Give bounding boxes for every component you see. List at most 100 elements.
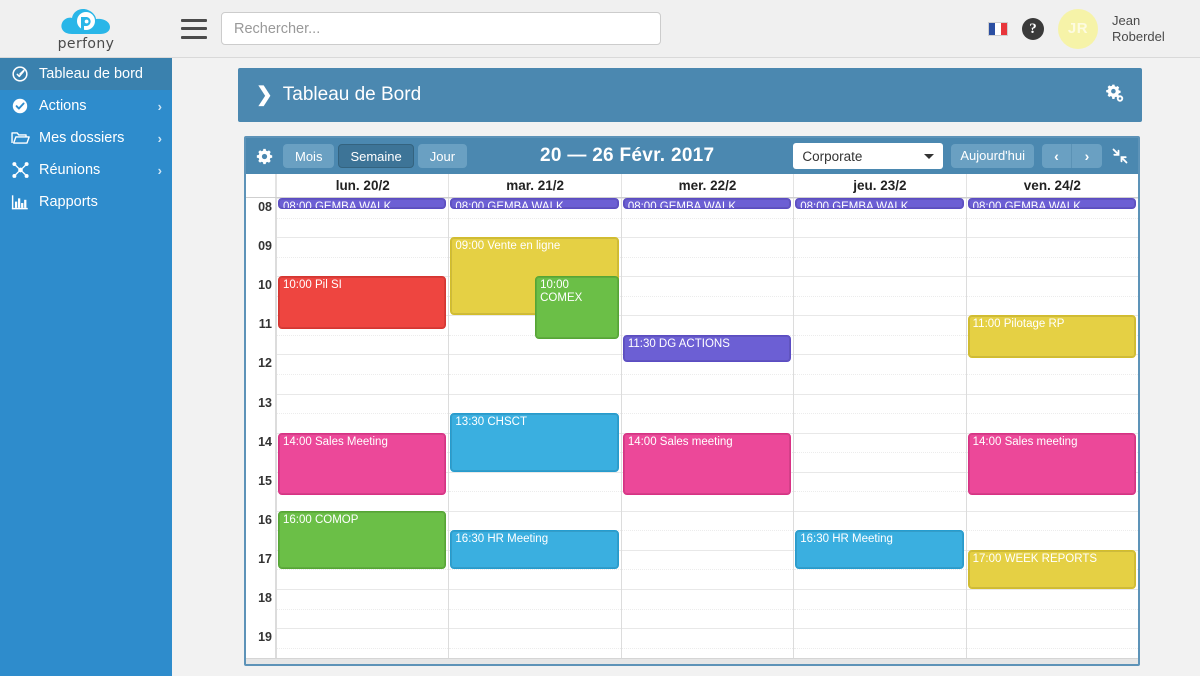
collapse-arrows-icon[interactable] (1112, 148, 1128, 164)
grid-halfhour-line (966, 530, 1138, 532)
scope-select[interactable]: Corporate (793, 143, 944, 169)
grid-halfhour-line (277, 608, 449, 610)
view-button-semaine[interactable]: Semaine (338, 144, 414, 168)
calendar-footer-scrollbar[interactable] (246, 658, 1138, 664)
sidebar-item-expand-arrow[interactable]: › (158, 163, 162, 178)
fr-flag-icon[interactable] (988, 21, 1008, 36)
day-header-1: mar. 21/2 (448, 174, 620, 197)
sidebar-item-rapports[interactable]: Rapports (0, 186, 172, 218)
check-circle-icon (10, 96, 30, 116)
grid-halfhour-line (621, 647, 794, 649)
calendar-event[interactable]: 16:30 HR Meeting (795, 530, 964, 570)
day-column-3[interactable]: 08:00 GEMBA WALK 16:30 HR Meeting (793, 198, 966, 664)
scope-select-value: Corporate (802, 148, 863, 164)
calendar-event[interactable]: 08:00 GEMBA WALK (278, 198, 447, 209)
grid-hour-line (621, 589, 794, 590)
grid-hour-line (449, 393, 621, 395)
hour-axis: 08 09 10 11 12 13 14 15 16 17 18 19 (246, 198, 276, 664)
chevron-right-icon[interactable]: ❯ (256, 85, 273, 105)
grid-halfhour-line (966, 608, 1138, 610)
grid-hour-line (449, 471, 621, 473)
grid-halfhour-line (794, 295, 966, 297)
sidebar-item-tableau-de-bord[interactable]: Tableau de bord (0, 58, 172, 90)
grid-hour-line (966, 393, 1138, 395)
grid-hour-line (621, 315, 794, 317)
grid-halfhour-line (621, 217, 794, 219)
user-name[interactable]: Jean Roberdel (1112, 13, 1184, 45)
calendar-event[interactable]: 11:00 Pilotage RP (967, 315, 1137, 359)
bar-chart-icon (10, 192, 30, 212)
today-button[interactable]: Aujourd'hui (951, 144, 1034, 168)
day-column-4[interactable]: 08:00 GEMBA WALK 11:00 Pilotage RP 14:00 S… (965, 198, 1138, 664)
gear-icon[interactable] (256, 148, 273, 165)
calendar-event[interactable]: 10:00 COMEX (535, 276, 619, 339)
avatar[interactable]: JR (1058, 8, 1098, 49)
grid-halfhour-line (277, 413, 449, 415)
chevron-down-icon (924, 153, 935, 159)
day-header-3: jeu. 23/2 (793, 174, 965, 197)
hour-gutter-head (246, 174, 276, 197)
calendar-event[interactable]: 10:00 Pil SI (278, 276, 447, 329)
view-button-jour[interactable]: Jour (417, 144, 468, 168)
grid-halfhour-line (794, 569, 966, 571)
calendar-toolbar: Mois Semaine Jour 20 — 26 Févr. 2017 Corpo… (246, 138, 1138, 174)
calendar-body: 08 09 10 11 12 13 14 15 16 17 18 19 08:00 GEMBA WAL… (246, 198, 1138, 664)
calendar-event[interactable]: 08:00 GEMBA WALK (795, 198, 964, 209)
next-week-button[interactable]: › (1072, 144, 1102, 168)
day-header-2: mer. 22/2 (620, 174, 793, 197)
grid-hour-line (794, 589, 966, 590)
cloud-p-logo-icon (58, 6, 114, 38)
grid-halfhour-line (794, 256, 966, 258)
grid-halfhour-line (277, 334, 449, 336)
calendar-range-title: 20 — 26 Févr. 2017 (540, 145, 715, 166)
hour-label-17: 17 (258, 551, 272, 566)
view-button-mois[interactable]: Mois (283, 144, 335, 168)
calendar-event[interactable]: 14:00 Sales meeting (967, 432, 1137, 496)
grid-hour-line (449, 628, 621, 630)
grid-halfhour-line (621, 295, 794, 297)
grid-hour-line (621, 393, 794, 395)
day-column-0[interactable]: 08:00 GEMBA WALK 10:00 Pil SI 14:00 Sales … (276, 198, 449, 664)
grid-halfhour-line (794, 452, 966, 454)
day-column-1[interactable]: 08:00 GEMBA WALK 09:00 Vente en ligne 10:0… (448, 198, 621, 664)
grid-halfhour-line (621, 530, 794, 532)
grid-hour-line (277, 628, 449, 630)
calendar-event[interactable]: 08:00 GEMBA WALK (622, 198, 792, 209)
calendar-event[interactable]: 11:30 DG ACTIONS (622, 334, 792, 363)
grid-halfhour-line (277, 217, 449, 219)
grid-hour-line (966, 628, 1138, 630)
grid-hour-line (966, 276, 1138, 278)
calendar-event[interactable]: 08:00 GEMBA WALK (450, 198, 619, 209)
grid-halfhour-line (966, 647, 1138, 649)
gears-icon[interactable] (1104, 83, 1124, 108)
sidebar-item-r-unions[interactable]: Réunions › (0, 154, 172, 186)
brand-logo[interactable]: perfony (0, 0, 172, 58)
hamburger-icon[interactable] (181, 18, 207, 39)
grid-halfhour-line (621, 373, 794, 375)
sidebar-item-expand-arrow[interactable]: › (158, 131, 162, 146)
folder-open-icon (10, 128, 30, 148)
grid-halfhour-line (966, 256, 1138, 258)
calendar-event[interactable]: 17:00 WEEK REPORTS (967, 549, 1137, 589)
grid-halfhour-line (794, 373, 966, 375)
sidebar-item-actions[interactable]: Actions › (0, 90, 172, 122)
calendar-event[interactable]: 14:00 Sales meeting (622, 432, 792, 496)
calendar-event[interactable]: 08:00 GEMBA WALK (967, 198, 1137, 209)
hour-label-13: 13 (258, 395, 272, 410)
sidebar-item-label: Réunions (39, 162, 101, 178)
sidebar-item-expand-arrow[interactable]: › (158, 99, 162, 114)
calendar-event[interactable]: 16:00 COMOP (278, 510, 447, 570)
grid-hour-line (794, 354, 966, 356)
calendar-event[interactable]: 13:30 CHSCT (450, 413, 619, 472)
prev-week-button[interactable]: ‹ (1042, 144, 1072, 168)
grid-halfhour-line (966, 373, 1138, 375)
grid-halfhour-line (449, 569, 621, 571)
help-question-icon[interactable]: ? (1022, 17, 1044, 40)
sidebar-item-mes-dossiers[interactable]: Mes dossiers › (0, 122, 172, 154)
day-column-2[interactable]: 08:00 GEMBA WALK 11:30 DG ACTIONS 14:00 Sa… (620, 198, 794, 664)
sidebar-item-label: Tableau de bord (39, 66, 143, 82)
calendar-event[interactable]: 14:00 Sales Meeting (278, 432, 447, 496)
calendar-event[interactable]: 16:30 HR Meeting (450, 530, 619, 570)
grid-halfhour-line (277, 256, 449, 258)
search-input[interactable] (221, 12, 661, 45)
